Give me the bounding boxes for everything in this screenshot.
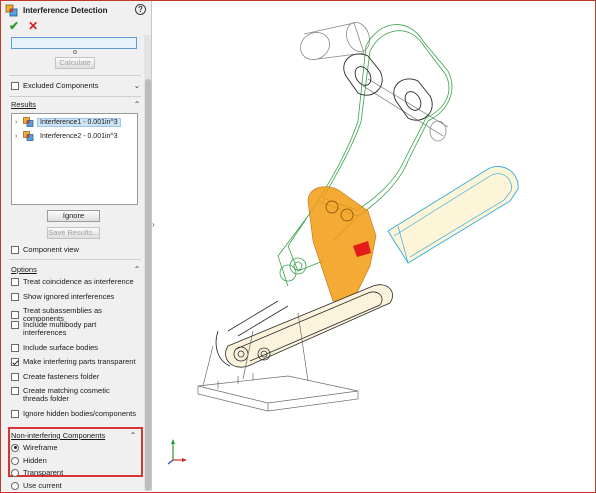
results-label: Results: [11, 100, 37, 109]
calculate-button[interactable]: Calculate: [55, 57, 95, 69]
option-row[interactable]: Make interfering parts transparent: [11, 358, 136, 366]
option-label: Treat coincidence as interference: [23, 277, 134, 286]
option-checkbox[interactable]: [11, 321, 19, 329]
chevron-up-icon[interactable]: ⌃: [133, 265, 141, 274]
option-label: Include surface bodies: [23, 343, 99, 352]
interference-result-icon: [23, 131, 34, 141]
option-label: Create matching cosmetic threads folder: [23, 386, 110, 403]
cancel-x-icon[interactable]: ✕: [28, 20, 38, 32]
options-header[interactable]: Options ⌃: [11, 265, 141, 274]
option-label: Include multibody part interferences: [23, 320, 97, 337]
option-row[interactable]: Ignore hidden bodies/components: [11, 410, 136, 418]
non-interfering-header[interactable]: Non-interfering Components ⌃: [11, 431, 137, 440]
excluded-components-label: Excluded Components: [23, 81, 99, 90]
wireframe-radio[interactable]: [11, 443, 19, 452]
save-results-button[interactable]: Save Results...: [47, 227, 100, 239]
option-label: Show ignored interferences: [23, 292, 115, 301]
radio-row[interactable]: Use current: [11, 481, 62, 490]
use-current-radio[interactable]: [11, 481, 19, 490]
option-row[interactable]: Include multibody part interferences: [11, 321, 131, 337]
option-checkbox[interactable]: [11, 373, 19, 381]
list-resize-grip[interactable]: [73, 50, 77, 54]
property-manager-panel: Interference Detection ? ✔ ✕ Calculate E…: [1, 1, 152, 491]
option-row[interactable]: Create matching cosmetic threads folder: [11, 387, 133, 403]
ok-checkmark-icon[interactable]: ✔: [9, 20, 19, 32]
chevron-up-icon[interactable]: ⌃: [129, 431, 137, 440]
non-interfering-label: Non-interfering Components: [11, 431, 106, 440]
help-icon[interactable]: ?: [135, 4, 146, 15]
selected-components-box[interactable]: [11, 37, 137, 49]
result-label: Interference2 - 0.001in^3: [40, 132, 118, 140]
expand-arrow-icon[interactable]: ›: [15, 133, 23, 140]
radio-row[interactable]: Wireframe: [11, 443, 58, 452]
radio-label: Wireframe: [23, 443, 58, 452]
hidden-radio[interactable]: [11, 456, 19, 465]
option-row[interactable]: Treat coincidence as interference: [11, 278, 134, 286]
option-checkbox[interactable]: [11, 344, 19, 352]
expand-arrow-icon[interactable]: ›: [15, 119, 23, 126]
clamp-assembly-model[interactable]: [158, 1, 594, 491]
option-row[interactable]: Include surface bodies: [11, 344, 98, 352]
options-label: Options: [11, 265, 37, 274]
panel-title-row: Interference Detection: [1, 1, 151, 19]
interference-detection-icon: [5, 4, 18, 16]
option-checkbox[interactable]: [11, 278, 19, 286]
option-label: Ignore hidden bodies/components: [23, 409, 136, 418]
ok-cancel-bar: ✔ ✕: [9, 20, 38, 32]
component-view-row[interactable]: Component view: [11, 245, 79, 254]
excluded-components-header[interactable]: Excluded Components ⌄: [11, 81, 141, 90]
option-checkbox[interactable]: [11, 410, 19, 418]
panel-title: Interference Detection: [23, 5, 108, 15]
graphics-viewport[interactable]: [158, 1, 594, 491]
chevron-up-icon[interactable]: ⌃: [133, 100, 141, 109]
excluded-components-checkbox[interactable]: [11, 81, 19, 90]
component-view-label: Component view: [23, 245, 79, 254]
panel-scroll-area: Calculate Excluded Components ⌄ Results …: [1, 35, 143, 491]
panel-scrollbar[interactable]: [144, 35, 151, 491]
option-row[interactable]: Create fasteners folder: [11, 373, 99, 381]
option-label: Create fasteners folder: [23, 372, 100, 381]
interference-result-icon: [23, 117, 34, 127]
divider: [9, 75, 141, 76]
option-checkbox[interactable]: [11, 311, 19, 319]
axis-triad-icon: [167, 439, 187, 465]
divider: [9, 259, 141, 260]
radio-label: Hidden: [23, 456, 47, 465]
results-list[interactable]: › Interference1 - 0.001in^3 › Interferen…: [11, 113, 138, 205]
results-header[interactable]: Results ⌃: [11, 100, 141, 109]
radio-row[interactable]: Transparent: [11, 468, 63, 477]
slot-bracket[interactable]: [343, 53, 433, 121]
option-checkbox[interactable]: [11, 387, 19, 395]
handle-grip[interactable]: [387, 166, 519, 264]
transparent-radio[interactable]: [11, 468, 19, 477]
ignore-button[interactable]: Ignore: [47, 210, 100, 222]
option-checkbox[interactable]: [11, 293, 19, 301]
chevron-down-icon[interactable]: ⌄: [133, 81, 141, 90]
option-label: Make interfering parts transparent: [23, 357, 136, 366]
result-item[interactable]: › Interference2 - 0.001in^3: [15, 131, 121, 141]
component-view-checkbox[interactable]: [11, 245, 19, 254]
divider: [9, 96, 141, 97]
radio-row[interactable]: Hidden: [11, 456, 47, 465]
option-checkbox[interactable]: [11, 358, 19, 366]
result-label: Interference1 - 0.001in^3: [37, 117, 121, 127]
radio-label: Transparent: [23, 468, 64, 477]
result-item[interactable]: › Interference1 - 0.001in^3: [15, 117, 121, 127]
scrollbar-thumb[interactable]: [145, 79, 151, 491]
option-row[interactable]: Show ignored interferences: [11, 293, 114, 301]
radio-label: Use current: [23, 481, 62, 490]
